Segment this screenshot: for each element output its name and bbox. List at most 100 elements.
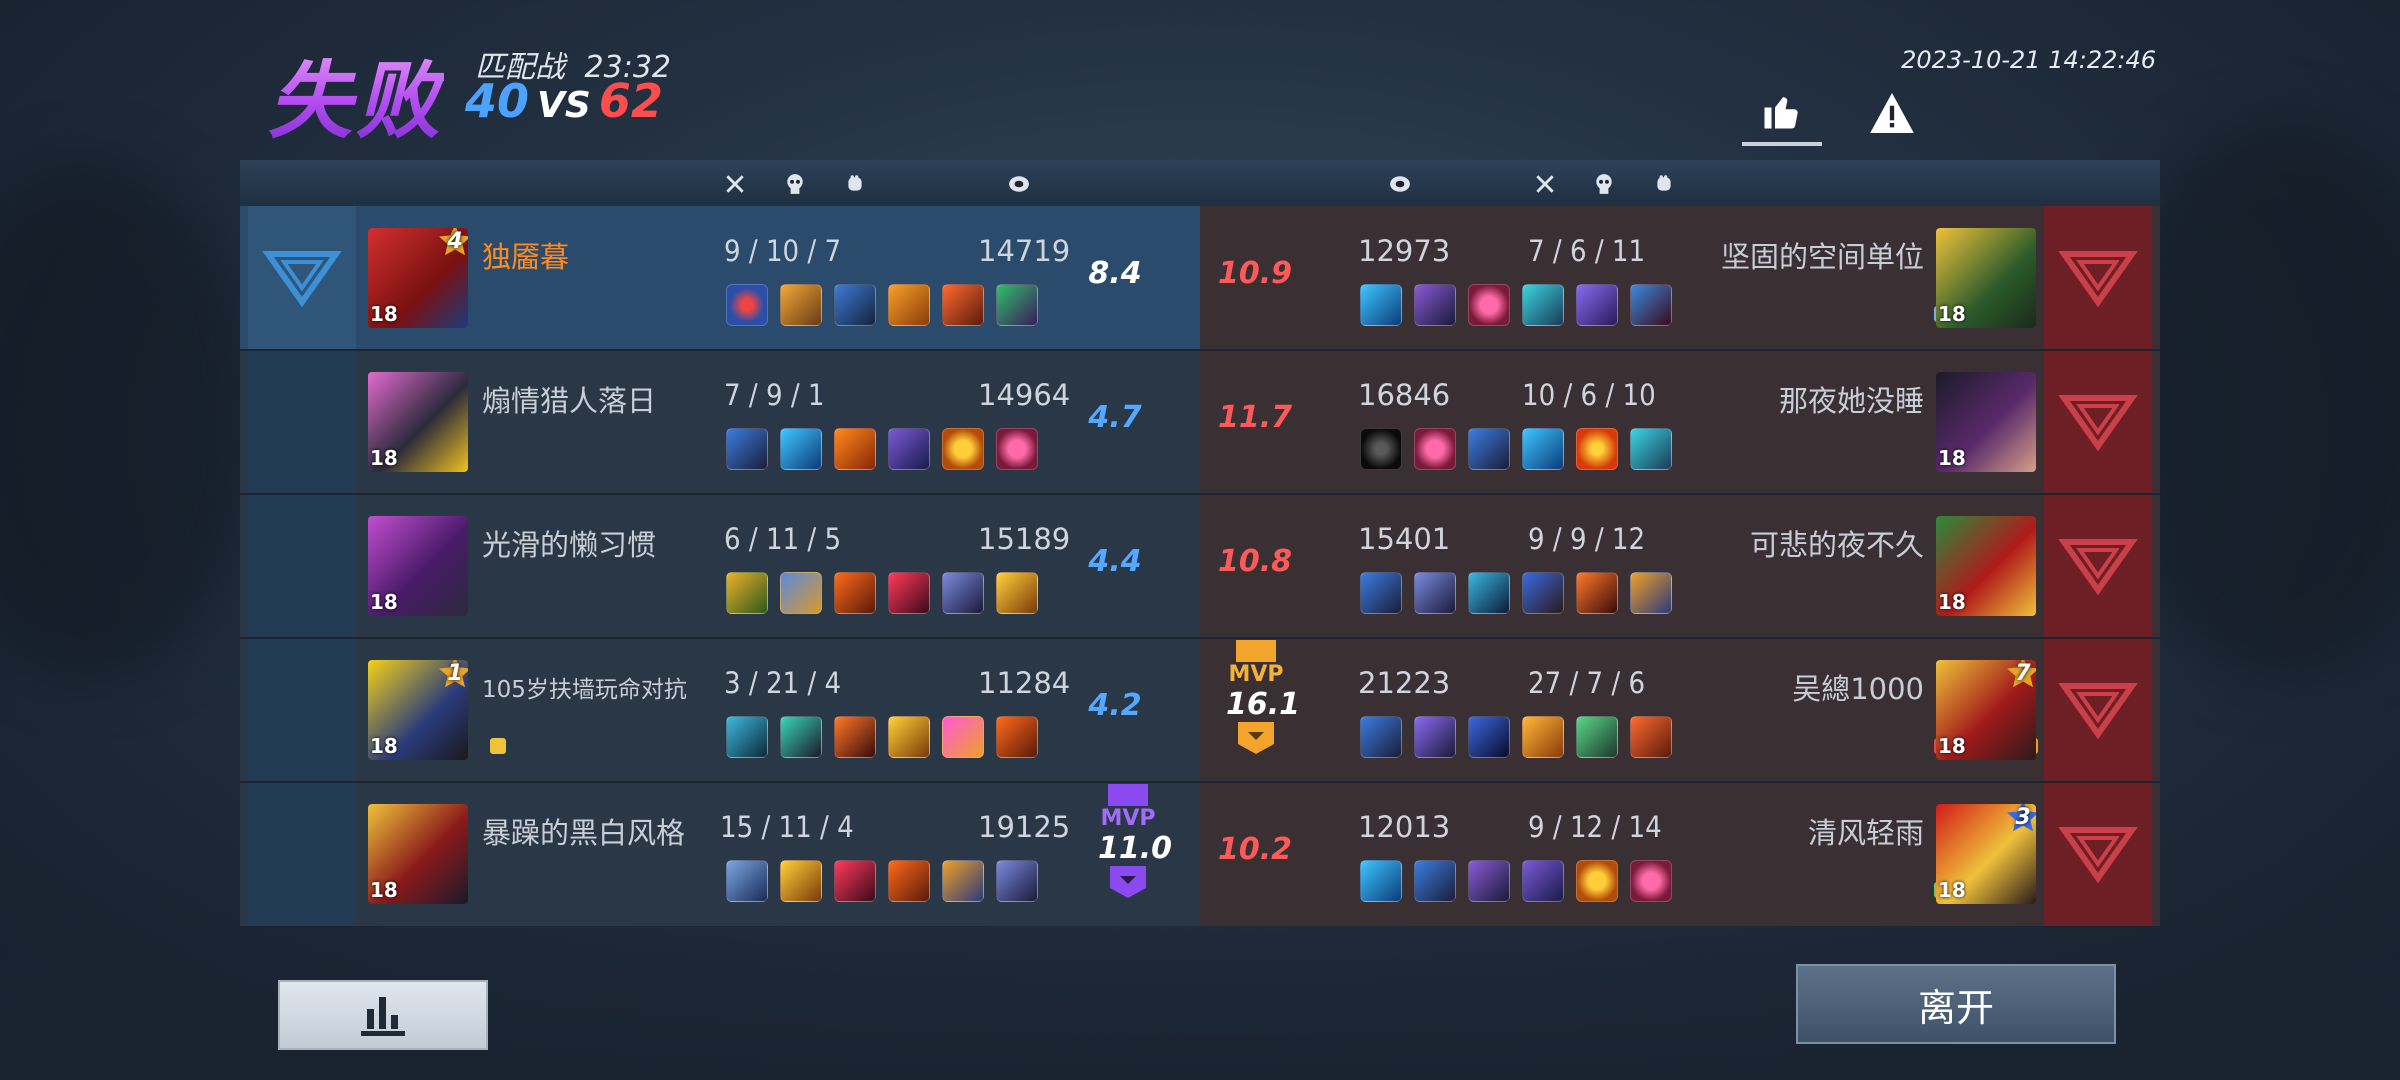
item-icon[interactable]	[1630, 716, 1672, 758]
right-player-row[interactable]: 10.9 12973 7 / 6 / 11 坚固的空间单位 18	[1200, 206, 2160, 350]
player-expand-cell[interactable]	[248, 206, 356, 350]
item-icon[interactable]	[1468, 572, 1510, 614]
item-icon[interactable]	[780, 284, 822, 326]
hero-avatar[interactable]: 18	[368, 372, 468, 472]
hero-avatar[interactable]: 18	[1936, 228, 2036, 328]
item-icon[interactable]	[1630, 860, 1672, 902]
right-player-row[interactable]: 10.2 12013 9 / 12 / 14 清风轻雨 3 18	[1200, 782, 2160, 926]
item-icon[interactable]	[1576, 860, 1618, 902]
item-icon[interactable]	[834, 860, 876, 902]
item-icon[interactable]	[1468, 716, 1510, 758]
item-icon[interactable]	[1522, 860, 1564, 902]
item-icon[interactable]	[1522, 716, 1564, 758]
item-icon[interactable]	[780, 716, 822, 758]
player-rating: 10.9	[1217, 256, 1293, 291]
item-icon[interactable]	[888, 284, 930, 326]
item-icon[interactable]	[1414, 860, 1456, 902]
item-icon[interactable]	[780, 860, 822, 902]
item-icon[interactable]	[1468, 860, 1510, 902]
item-icon[interactable]	[1576, 428, 1618, 470]
item-icon[interactable]	[1360, 860, 1402, 902]
hero-avatar[interactable]: 18	[368, 516, 468, 616]
player-expand-cell[interactable]	[248, 638, 356, 782]
item-icon[interactable]	[1360, 428, 1402, 470]
item-icon[interactable]	[996, 284, 1038, 326]
item-icon[interactable]	[1576, 284, 1618, 326]
item-icon[interactable]	[1360, 716, 1402, 758]
right-player-row[interactable]: 10.8 15401 9 / 9 / 12 可悲的夜不久 18	[1200, 494, 2160, 638]
item-icon[interactable]	[996, 572, 1038, 614]
item-icon[interactable]	[1630, 284, 1672, 326]
hero-avatar[interactable]: 18	[368, 804, 468, 904]
hero-avatar[interactable]: 18	[1936, 516, 2036, 616]
item-icon[interactable]	[726, 284, 768, 326]
item-icon[interactable]	[1576, 716, 1618, 758]
player-expand-cell[interactable]	[2044, 350, 2152, 494]
item-icon[interactable]	[1414, 572, 1456, 614]
item-icon[interactable]	[1468, 428, 1510, 470]
item-icon[interactable]	[834, 428, 876, 470]
player-expand-cell[interactable]	[248, 494, 356, 638]
item-icon[interactable]	[726, 572, 768, 614]
item-icon[interactable]	[780, 572, 822, 614]
hero-avatar[interactable]: 3 18	[1936, 804, 2036, 904]
item-icon[interactable]	[1414, 428, 1456, 470]
right-player-row[interactable]: MVP 16.1 21223 27 / 7 / 6 吴總1000 7 18	[1200, 638, 2160, 782]
item-icon[interactable]	[834, 572, 876, 614]
item-icon[interactable]	[1522, 428, 1564, 470]
item-icon[interactable]	[1522, 284, 1564, 326]
hero-avatar[interactable]: 7 18	[1936, 660, 2036, 760]
leave-button[interactable]: 离开	[1796, 964, 2116, 1044]
player-expand-cell[interactable]	[248, 782, 356, 926]
item-icon[interactable]	[888, 428, 930, 470]
item-icon[interactable]	[834, 284, 876, 326]
item-icon[interactable]	[888, 572, 930, 614]
item-icon[interactable]	[726, 716, 768, 758]
left-player-row[interactable]: 18 暴躁的黑白风格 15 / 11 / 4 19125 MVP 11.0	[240, 782, 1200, 926]
stats-button[interactable]	[278, 980, 488, 1050]
chevron-down-icon	[2058, 539, 2138, 596]
rank-badge: 4	[438, 228, 468, 258]
item-icon[interactable]	[1360, 572, 1402, 614]
hero-avatar[interactable]: 1 18	[368, 660, 468, 760]
item-icon[interactable]	[834, 716, 876, 758]
player-expand-cell[interactable]	[2044, 638, 2152, 782]
item-icon[interactable]	[1630, 428, 1672, 470]
left-player-row[interactable]: 4 18 独靥暮 9 / 10 / 7 14719 8.4	[240, 206, 1200, 350]
item-icon[interactable]	[942, 572, 984, 614]
item-icon[interactable]	[726, 860, 768, 902]
hero-avatar[interactable]: 18	[1936, 372, 2036, 472]
player-kda: 7 / 6 / 11	[1528, 234, 1646, 268]
player-damage: 14719	[978, 234, 1071, 268]
player-expand-cell[interactable]	[248, 350, 356, 494]
item-icon[interactable]	[1414, 284, 1456, 326]
player-expand-cell[interactable]	[2044, 206, 2152, 350]
item-icon[interactable]	[1468, 284, 1510, 326]
item-icon[interactable]	[996, 860, 1038, 902]
item-icon[interactable]	[996, 716, 1038, 758]
left-player-row[interactable]: 18 光滑的懒习惯 6 / 11 / 5 15189 4.4	[240, 494, 1200, 638]
left-player-row[interactable]: 1 18 105岁扶墙玩命对抗 3 / 21 / 4 11284 4.2	[240, 638, 1200, 782]
item-icon[interactable]	[1576, 572, 1618, 614]
player-expand-cell[interactable]	[2044, 494, 2152, 638]
item-icon[interactable]	[942, 860, 984, 902]
item-icon[interactable]	[1360, 284, 1402, 326]
item-icon[interactable]	[1414, 716, 1456, 758]
item-icon[interactable]	[996, 428, 1038, 470]
hero-level: 18	[1938, 878, 1966, 902]
item-icon[interactable]	[888, 716, 930, 758]
item-icon[interactable]	[726, 428, 768, 470]
report-button[interactable]	[1852, 80, 1932, 146]
left-player-row[interactable]: 18 煽情猎人落日 7 / 9 / 1 14964 4.7	[240, 350, 1200, 494]
item-icon[interactable]	[942, 284, 984, 326]
item-icon[interactable]	[942, 716, 984, 758]
item-icon[interactable]	[1522, 572, 1564, 614]
right-player-row[interactable]: 11.7 16846 10 / 6 / 10 那夜她没睡 18	[1200, 350, 2160, 494]
hero-avatar[interactable]: 4 18	[368, 228, 468, 328]
item-icon[interactable]	[888, 860, 930, 902]
item-icon[interactable]	[1630, 572, 1672, 614]
item-icon[interactable]	[780, 428, 822, 470]
like-button[interactable]	[1742, 80, 1822, 146]
item-icon[interactable]	[942, 428, 984, 470]
player-expand-cell[interactable]	[2044, 782, 2152, 926]
